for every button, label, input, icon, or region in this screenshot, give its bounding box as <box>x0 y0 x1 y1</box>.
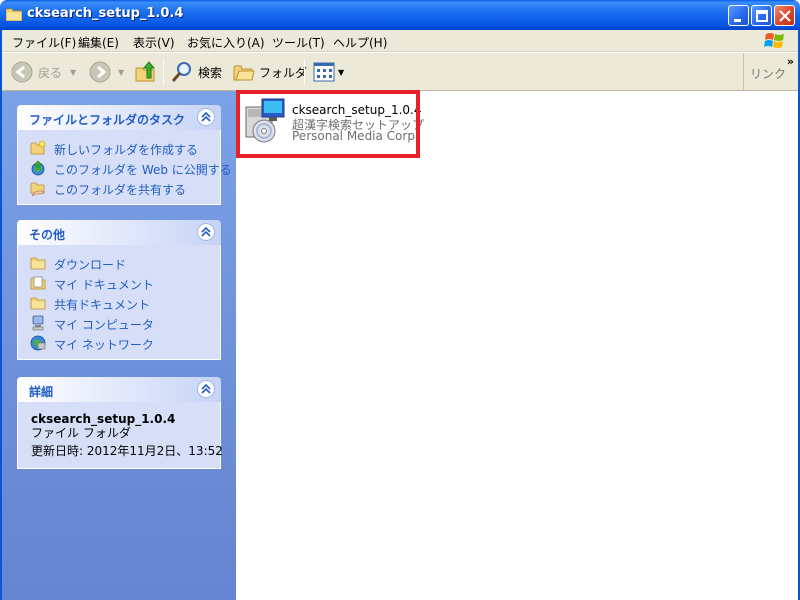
collapse-details-button[interactable] <box>197 380 215 398</box>
menu-edit[interactable]: 編集(E) <box>78 34 119 51</box>
place-my-documents[interactable]: マイ ドキュメント <box>18 273 220 293</box>
my-documents-icon <box>30 276 46 290</box>
tasks-panel-header[interactable]: ファイルとフォルダのタスク <box>17 105 221 130</box>
folders-button[interactable]: フォルダ <box>233 59 307 85</box>
minimize-button[interactable] <box>728 5 749 26</box>
details-name: cksearch_setup_1.0.4 <box>31 412 176 426</box>
publish-web-icon <box>31 160 45 176</box>
chevron-up-icon <box>201 227 211 237</box>
forward-dropdown-icon: ▼ <box>118 67 125 77</box>
links-chevron-icon[interactable]: » <box>787 55 794 68</box>
menu-help[interactable]: ヘルプ(H) <box>333 34 387 51</box>
place-shared-documents[interactable]: 共有ドキュメント <box>18 293 220 313</box>
views-button[interactable]: ▼ <box>312 59 344 85</box>
menu-view[interactable]: 表示(V) <box>133 34 175 51</box>
place-my-network[interactable]: マイ ネットワーク <box>18 333 220 353</box>
menu-favorites[interactable]: お気に入り(A) <box>187 34 265 51</box>
forward-arrow-icon <box>89 61 111 83</box>
window-title: cksearch_setup_1.0.4 <box>27 6 184 21</box>
task-publish-web[interactable]: このフォルダを Web に公開する <box>18 158 232 178</box>
forward-button[interactable]: ▼ <box>88 59 124 85</box>
folders-icon <box>233 65 255 81</box>
links-bar[interactable]: » リンク <box>743 53 800 91</box>
collapse-other-button[interactable] <box>197 223 215 241</box>
other-places-panel: その他 ダウンロード マイ ドキュメント 共有ドキュメント マイ コンピュータ <box>17 220 221 360</box>
window-frame-left <box>0 30 2 600</box>
views-dropdown-icon: ▼ <box>338 67 345 77</box>
maximize-icon <box>756 10 768 22</box>
tasks-panel-title: ファイルとフォルダのタスク <box>29 113 186 127</box>
views-icon <box>313 62 335 82</box>
file-list-view[interactable]: cksearch_setup_1.0.4 超漢字検索セットアップ Persona… <box>236 91 800 600</box>
details-panel: 詳細 cksearch_setup_1.0.4 ファイル フォルダ 更新日時: … <box>17 377 223 469</box>
menu-bar: ファイル(F) 編集(E) 表示(V) お気に入り(A) ツール(T) ヘルプ(… <box>0 30 800 52</box>
new-folder-icon <box>30 140 46 155</box>
task-pane: ファイルとフォルダのタスク 新しいフォルダを作成する このフォルダを Web に… <box>0 91 236 600</box>
my-network-icon <box>30 335 46 351</box>
chevron-up-icon <box>201 112 211 122</box>
collapse-tasks-button[interactable] <box>197 108 215 126</box>
chevron-up-icon <box>201 384 211 394</box>
details-header[interactable]: 詳細 <box>17 377 221 402</box>
highlight-box <box>236 90 420 158</box>
other-places-title: その他 <box>29 228 66 242</box>
back-button[interactable]: 戻る ▼ <box>10 59 76 85</box>
details-type: ファイル フォルダ <box>31 426 131 440</box>
task-share-folder[interactable]: このフォルダを共有する <box>18 178 220 198</box>
toolbar: 戻る ▼ ▼ 検索 フォルダ ▼ » リンク <box>0 53 800 91</box>
folder-icon <box>6 8 22 21</box>
my-computer-icon <box>32 315 44 331</box>
menu-file[interactable]: ファイル(F) <box>12 34 76 51</box>
up-folder-icon <box>135 61 156 82</box>
details-modified: 更新日時: 2012年11月2日、13:52 <box>31 444 223 458</box>
links-label: リンク <box>750 67 787 81</box>
other-places-header[interactable]: その他 <box>17 220 221 245</box>
place-downloads[interactable]: ダウンロード <box>18 253 220 273</box>
minimize-icon <box>734 19 741 22</box>
menu-tools[interactable]: ツール(T) <box>272 34 325 51</box>
folder-icon <box>30 297 46 310</box>
close-button[interactable] <box>774 5 795 26</box>
tasks-panel: ファイルとフォルダのタスク 新しいフォルダを作成する このフォルダを Web に… <box>17 105 232 205</box>
back-dropdown-icon: ▼ <box>70 67 77 77</box>
back-arrow-icon <box>11 61 33 83</box>
maximize-button[interactable] <box>751 5 772 26</box>
search-button[interactable]: 検索 <box>170 59 222 85</box>
up-folder-button[interactable] <box>134 59 158 85</box>
place-my-computer[interactable]: マイ コンピュータ <box>18 313 220 333</box>
windows-logo-icon <box>764 33 784 48</box>
task-new-folder[interactable]: 新しいフォルダを作成する <box>18 138 220 158</box>
title-bar[interactable]: cksearch_setup_1.0.4 <box>0 0 800 30</box>
share-folder-icon <box>30 182 45 196</box>
close-icon <box>779 10 791 22</box>
details-title: 詳細 <box>29 385 54 399</box>
search-icon <box>171 62 191 82</box>
folder-icon <box>30 257 46 270</box>
